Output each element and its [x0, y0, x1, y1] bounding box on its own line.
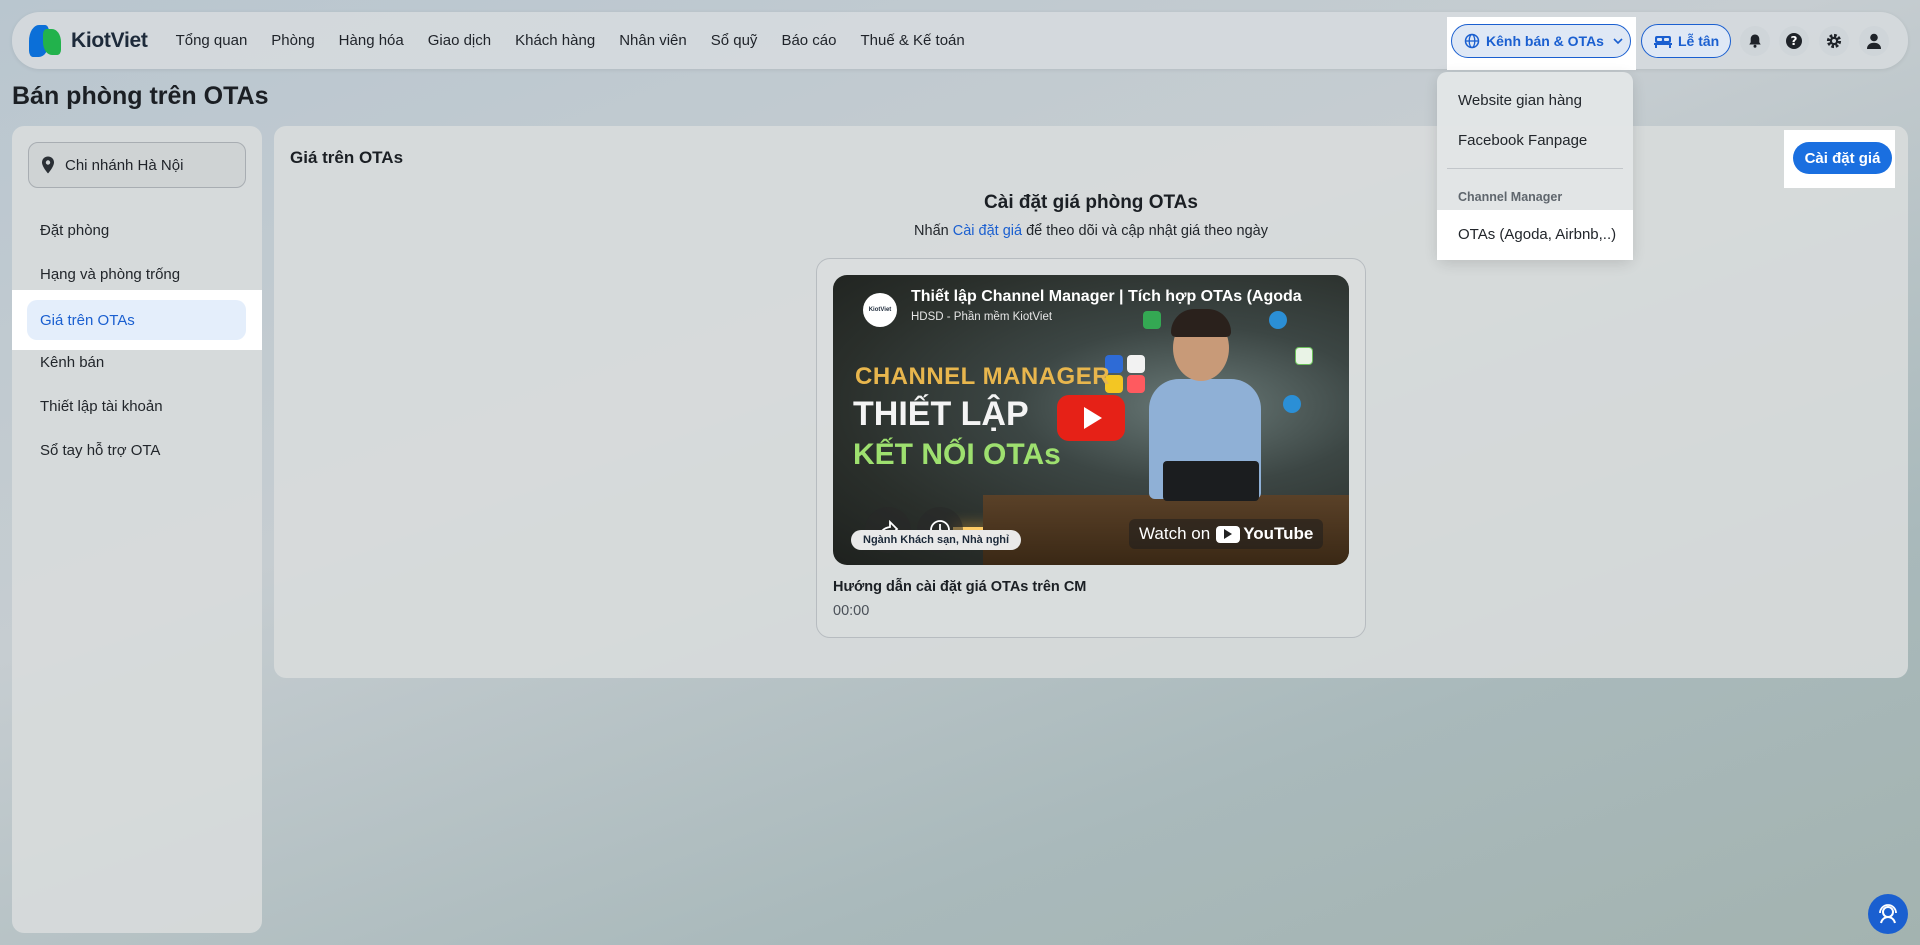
play-button[interactable]	[1057, 395, 1125, 441]
nav-item-customers[interactable]: Khách hàng	[515, 32, 595, 49]
bed-icon	[1654, 36, 1672, 48]
chevron-down-icon	[1613, 38, 1623, 45]
menu-item-otas[interactable]: OTAs (Agoda, Airbnb,..)	[1458, 226, 1616, 243]
sidebar-item-room-availability[interactable]: Hạng và phòng trống	[40, 266, 180, 283]
location-pin-icon	[42, 156, 54, 174]
nav-item-reports[interactable]: Báo cáo	[781, 32, 836, 49]
video-category-tag: Ngành Khách sạn, Nhà nghỉ	[851, 530, 1022, 550]
nav-item-goods[interactable]: Hàng hóa	[339, 32, 404, 49]
sidebar-item-account-setup[interactable]: Thiết lập tài khoản	[40, 398, 163, 415]
youtube-logo: YouTube	[1216, 524, 1313, 544]
video-overlay-line1: CHANNEL MANAGER	[855, 363, 1111, 390]
youtube-video-embed[interactable]: KiotViet Thiết lập Channel Manager | Tíc…	[833, 275, 1349, 565]
sidebar-item-ota-handbook[interactable]: Sổ tay hỗ trợ OTA	[40, 442, 160, 459]
help-button[interactable]: ?	[1779, 26, 1809, 56]
main-panel: Giá trên OTAs Cài đặt giá phòng OTAs Nhấ…	[274, 126, 1908, 678]
video-title: Thiết lập Channel Manager | Tích hợp OTA…	[911, 288, 1302, 305]
nav-item-overview[interactable]: Tổng quan	[176, 32, 248, 49]
user-icon	[1867, 33, 1881, 49]
cloud-icon	[1269, 311, 1287, 329]
calendar-icon	[1295, 347, 1313, 365]
sidebar-item-sales-channels[interactable]: Kênh bán	[40, 354, 104, 371]
globe-icon	[1464, 33, 1480, 49]
set-price-link[interactable]: Cài đặt giá	[953, 223, 1022, 239]
video-overlay-line2: THIẾT LẬP	[853, 395, 1029, 433]
reception-button[interactable]: Lễ tân	[1641, 24, 1731, 58]
settings-button[interactable]	[1819, 26, 1849, 56]
svg-text:?: ?	[1791, 34, 1798, 48]
cloud-icon	[1283, 395, 1301, 413]
ota-app-icon	[1127, 375, 1145, 393]
gear-icon	[1826, 33, 1842, 49]
set-price-button[interactable]: Cài đặt giá	[1793, 142, 1892, 174]
main-nav: Tổng quan Phòng Hàng hóa Giao dịch Khách…	[176, 32, 989, 49]
menu-divider	[1447, 168, 1623, 169]
ota-app-icon	[1127, 355, 1145, 373]
app-name: KiotViet	[71, 28, 148, 52]
subtitle-prefix: Nhấn	[914, 223, 949, 239]
watch-on-youtube-button[interactable]: Watch on YouTube	[1129, 519, 1324, 549]
ota-app-icon	[1143, 311, 1161, 329]
sidebar-item-bookings[interactable]: Đặt phòng	[40, 222, 109, 239]
tutorial-video-card: KiotViet Thiết lập Channel Manager | Tíc…	[816, 258, 1366, 638]
sidebar: Chi nhánh Hà Nội Đặt phòng Hạng và phòng…	[12, 126, 262, 933]
sales-channels-label: Kênh bán & OTAs	[1486, 33, 1604, 49]
bell-icon	[1749, 34, 1761, 48]
video-channel-name: HDSD - Phần mềm KiotViet	[911, 311, 1053, 323]
page-title: Bán phòng trên OTAs	[12, 82, 269, 110]
video-overlay-line3: KẾT NỐI OTAs	[853, 438, 1061, 471]
menu-item-store-website[interactable]: Website gian hàng	[1458, 92, 1582, 109]
empty-state-title: Cài đặt giá phòng OTAs	[984, 192, 1198, 213]
support-chat-button[interactable]	[1868, 894, 1908, 934]
subtitle-suffix: để theo dõi và cập nhật giá theo ngày	[1026, 223, 1268, 239]
support-agent-icon	[1879, 904, 1897, 924]
help-icon: ?	[1786, 33, 1802, 49]
nav-item-rooms[interactable]: Phòng	[271, 32, 314, 49]
section-title: Giá trên OTAs	[290, 148, 404, 167]
sidebar-item-ota-prices[interactable]: Giá trên OTAs	[27, 300, 246, 340]
video-caption: Hướng dẫn cài đặt giá OTAs trên CM	[833, 579, 1087, 595]
sales-channels-otas-button[interactable]: Kênh bán & OTAs	[1451, 24, 1631, 58]
menu-section-header: Channel Manager	[1458, 190, 1563, 204]
branch-name: Chi nhánh Hà Nội	[65, 156, 184, 174]
account-button[interactable]	[1859, 26, 1889, 56]
branch-selector[interactable]: Chi nhánh Hà Nội	[28, 142, 246, 188]
youtube-icon	[1216, 525, 1241, 543]
play-icon	[1084, 407, 1102, 429]
kiotviet-logo-icon	[29, 23, 63, 59]
nav-item-tax-accounting[interactable]: Thuế & Kế toán	[860, 32, 964, 49]
nav-item-staff[interactable]: Nhân viên	[619, 32, 687, 49]
kiotviet-logo[interactable]: KiotViet	[29, 23, 148, 59]
channel-avatar: KiotViet	[863, 293, 897, 327]
nav-item-transactions[interactable]: Giao dịch	[428, 32, 491, 49]
nav-item-cashbook[interactable]: Sổ quỹ	[711, 32, 758, 49]
menu-item-facebook-fanpage[interactable]: Facebook Fanpage	[1458, 132, 1587, 149]
empty-state-subtitle: Nhấn Cài đặt giá để theo dõi và cập nhật…	[274, 223, 1908, 239]
notifications-button[interactable]	[1740, 26, 1770, 56]
watch-on-label: Watch on	[1139, 524, 1211, 543]
video-duration: 00:00	[833, 603, 870, 619]
reception-label: Lễ tân	[1678, 33, 1720, 49]
